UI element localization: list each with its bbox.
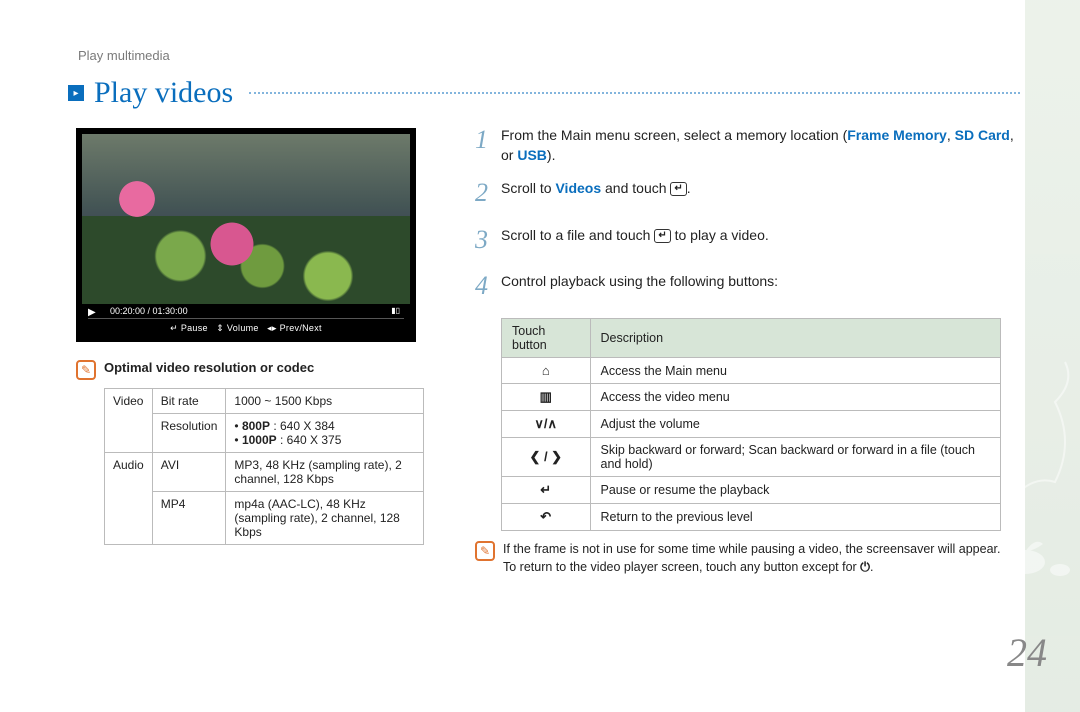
battery-icon: ▮▯ [391, 306, 400, 315]
touch-button-table: Touch button Description ⌂Access the Mai… [501, 318, 1001, 531]
spec-audio-label: Audio [105, 453, 153, 545]
spec-note-title: Optimal video resolution or codec [104, 360, 314, 380]
enter-icon: ↵ [502, 477, 591, 504]
spec-bitrate-value: 1000 ~ 1500 Kbps [226, 389, 424, 414]
home-icon: ⌂ [502, 358, 591, 384]
table-row: ⌂Access the Main menu [502, 358, 1001, 384]
skip-icon: ❮ / ❯ [502, 438, 591, 477]
spec-avi-label: AVI [152, 453, 226, 492]
step-2: 2 Scroll to Videos and touch ↵. [475, 179, 1015, 211]
spec-resolution-label: Resolution [152, 414, 226, 453]
spec-video-label: Video [105, 389, 153, 453]
prevnext-hint-icon: ◂▸ [267, 323, 277, 333]
enter-icon: ↵ [654, 229, 670, 243]
power-icon: ⏻ [860, 560, 870, 574]
table-row: ↶Return to the previous level [502, 504, 1001, 531]
pause-hint-icon: ↵ [170, 323, 178, 333]
section-heading-row: ▸ Play videos [68, 76, 1020, 110]
prevnext-hint: Prev/Next [280, 323, 322, 333]
footnote: ✎ If the frame is not in use for some ti… [475, 541, 1015, 576]
pause-hint: Pause [181, 323, 208, 333]
section-heading: Play videos [94, 76, 233, 110]
table-row: ▥Access the video menu [502, 384, 1001, 411]
video-player-screenshot: ▶ 00:20:00 / 01:30:00 ▮▯ ↵ Pause ⇕ Volum… [76, 128, 416, 342]
enter-icon: ↵ [670, 182, 686, 196]
volume-icon: ∨/∧ [502, 411, 591, 438]
spec-avi-value: MP3, 48 KHz (sampling rate), 2 channel, … [226, 453, 424, 492]
step-1: 1 From the Main menu screen, select a me… [475, 126, 1015, 165]
note-icon: ✎ [76, 360, 96, 380]
table-row: ∨/∧Adjust the volume [502, 411, 1001, 438]
heading-dotted-rule [249, 92, 1020, 94]
side-decoration [1025, 0, 1080, 712]
step-number: 1 [475, 122, 501, 165]
btn-table-header-desc: Description [590, 319, 1000, 358]
heading-bullet-icon: ▸ [68, 85, 84, 101]
playback-time: 00:20:00 / 01:30:00 [110, 306, 188, 316]
step-number: 2 [475, 175, 501, 211]
codec-spec-table: Video Bit rate 1000 ~ 1500 Kbps Resoluti… [104, 388, 424, 545]
note-icon: ✎ [475, 541, 495, 561]
btn-table-header-icon: Touch button [502, 319, 591, 358]
step-3: 3 Scroll to a file and touch ↵ to play a… [475, 226, 1015, 258]
spec-bitrate-label: Bit rate [152, 389, 226, 414]
back-icon: ↶ [502, 504, 591, 531]
step-number: 3 [475, 222, 501, 258]
breadcrumb: Play multimedia [78, 48, 170, 63]
step-4: 4 Control playback using the following b… [475, 272, 1015, 304]
page-number: 24 [1007, 629, 1047, 676]
spec-mp4-label: MP4 [152, 492, 226, 545]
table-row: ❮ / ❯Skip backward or forward; Scan back… [502, 438, 1001, 477]
spec-resolution-value: 800P : 640 X 384 1000P : 640 X 375 [226, 414, 424, 453]
play-icon: ▶ [88, 307, 96, 318]
step-number: 4 [475, 268, 501, 304]
spec-mp4-value: mp4a (AAC-LC), 48 KHz (sampling rate), 2… [226, 492, 424, 545]
table-row: ↵Pause or resume the playback [502, 477, 1001, 504]
volume-hint-icon: ⇕ [216, 323, 224, 333]
menu-icon: ▥ [502, 384, 591, 411]
volume-hint: Volume [227, 323, 259, 333]
